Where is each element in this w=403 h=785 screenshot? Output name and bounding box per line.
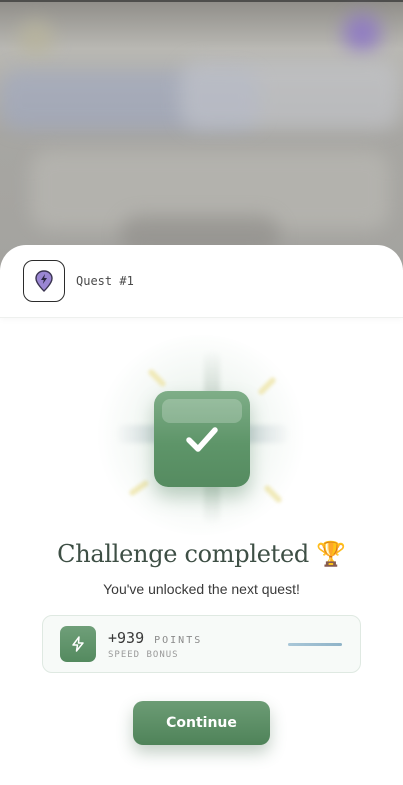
blurred-avatar: [343, 14, 381, 52]
bonus-label: SPEED BONUS: [108, 649, 179, 660]
quest-label: Quest #1: [76, 274, 134, 288]
bonus-progress-fill: [288, 643, 342, 646]
lightning-pin-icon: [35, 270, 53, 292]
subtitle: You've unlocked the next quest!: [103, 581, 300, 597]
quest-complete-sheet: Quest #1 Challenge completed 🏆 You've un…: [0, 245, 403, 785]
quest-icon-box: [23, 260, 65, 302]
reward-text: +939 POINTS SPEED BONUS: [108, 629, 202, 660]
celebration-graphic: [0, 325, 403, 545]
continue-button[interactable]: Continue: [133, 701, 270, 745]
page-title: Challenge completed 🏆: [57, 540, 346, 568]
blurred-logo: [18, 20, 54, 56]
blurred-content-block: [180, 60, 400, 130]
reward-icon-box: [60, 626, 96, 662]
success-badge: [154, 391, 250, 487]
checkmark-icon: [186, 427, 218, 452]
sheet-header: Quest #1: [0, 245, 403, 318]
bonus-progress-track: [288, 643, 342, 646]
points-amount: +939: [108, 628, 145, 647]
lightning-icon: [72, 636, 84, 652]
blurred-background: [0, 0, 403, 270]
top-edge: [0, 0, 403, 2]
points-unit: POINTS: [154, 634, 203, 646]
reward-top-row: +939 POINTS: [108, 629, 202, 647]
reward-card: +939 POINTS SPEED BONUS: [42, 615, 361, 673]
